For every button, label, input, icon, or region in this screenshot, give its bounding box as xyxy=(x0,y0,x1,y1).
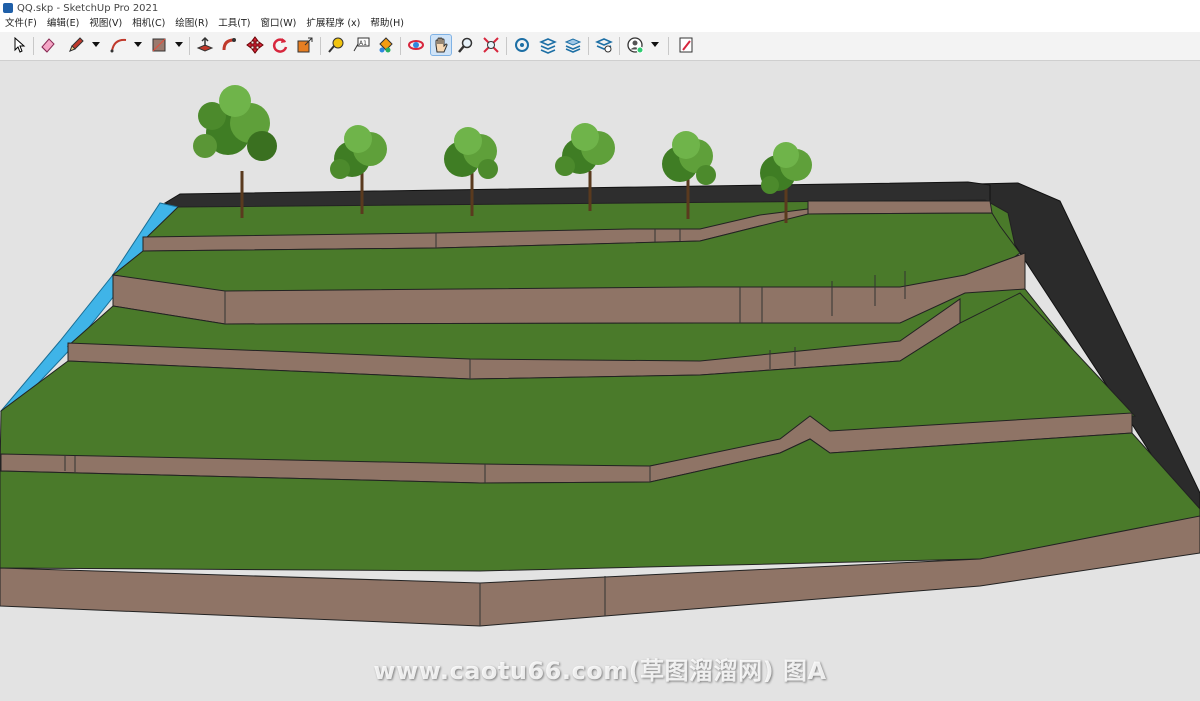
retaining-wall-1-back xyxy=(807,200,993,215)
title-bar: QQ.skp - SketchUp Pro 2021 xyxy=(0,0,1200,16)
select-icon xyxy=(14,37,26,53)
zoom-tool-button[interactable] xyxy=(456,35,476,55)
push-pull-icon xyxy=(196,36,214,52)
zoom-icon xyxy=(458,37,473,53)
model-viewport[interactable]: www.caotu66.com(草图溜溜网) 图A xyxy=(0,61,1200,701)
menu-camera[interactable]: 相机(C) xyxy=(127,16,170,32)
menu-extensions[interactable]: 扩展程序 (x) xyxy=(301,16,365,32)
menu-tools[interactable]: 工具(T) xyxy=(213,16,255,32)
rectangle-tool-button[interactable] xyxy=(149,35,169,55)
toolbar-separator xyxy=(33,37,34,55)
3d-warehouse-icon xyxy=(515,38,529,52)
toolbar-separator xyxy=(400,37,401,55)
rotate-icon xyxy=(272,38,288,53)
arc-dropdown-chevron-icon[interactable] xyxy=(134,42,142,47)
paint-bucket-tool-button[interactable] xyxy=(375,35,395,55)
toolbar-separator xyxy=(320,37,321,55)
account-button[interactable] xyxy=(625,35,645,55)
eraser-icon xyxy=(41,38,55,53)
sketchup-app-icon xyxy=(3,3,13,13)
tape-measure-icon xyxy=(328,37,344,53)
arc-icon xyxy=(110,38,127,53)
pan-icon xyxy=(435,37,448,53)
toolbar-separator xyxy=(619,37,620,55)
toolbar-separator xyxy=(506,37,507,55)
terraced-landscape-model xyxy=(0,61,1200,701)
toolbar-separator xyxy=(189,37,190,55)
orbit-tool-button[interactable] xyxy=(406,35,426,55)
layout-icon xyxy=(564,38,582,53)
scale-tool-button[interactable] xyxy=(295,35,315,55)
text-icon: A1 xyxy=(353,37,370,52)
orbit-icon xyxy=(408,40,424,50)
extension-warehouse-icon xyxy=(539,38,557,54)
rectangle-icon xyxy=(152,38,166,52)
follow-me-icon xyxy=(222,38,236,51)
account-icon xyxy=(627,37,644,54)
account-dropdown-chevron-icon[interactable] xyxy=(651,42,659,47)
toolbar-separator xyxy=(588,37,589,55)
menu-edit[interactable]: 编辑(E) xyxy=(42,16,84,32)
watermark-text: www.caotu66.com(草图溜溜网) 图A xyxy=(373,657,827,685)
model-info-button[interactable] xyxy=(676,35,696,55)
text-tool-button[interactable]: A1 xyxy=(351,35,371,55)
tape-measure-tool-button[interactable] xyxy=(326,35,346,55)
zoom-extents-icon xyxy=(483,37,499,53)
3d-warehouse-button[interactable] xyxy=(512,35,532,55)
menu-file[interactable]: 文件(F) xyxy=(0,16,42,32)
select-tool-button[interactable] xyxy=(9,35,29,55)
zoom-extents-tool-button[interactable] xyxy=(481,35,501,55)
model-info-icon xyxy=(679,37,693,53)
arc-tool-button[interactable] xyxy=(109,35,129,55)
svg-text:A1: A1 xyxy=(359,40,367,47)
pencil-tool-button[interactable] xyxy=(66,35,86,55)
pencil-dropdown-chevron-icon[interactable] xyxy=(92,42,100,47)
menu-help[interactable]: 帮助(H) xyxy=(365,16,409,32)
scale-icon xyxy=(297,37,313,53)
main-toolbar: A1 xyxy=(0,32,1200,61)
pan-tool-button[interactable] xyxy=(430,34,452,56)
rectangle-dropdown-chevron-icon[interactable] xyxy=(175,42,183,47)
menu-window[interactable]: 窗口(W) xyxy=(256,16,302,32)
menu-draw[interactable]: 绘图(R) xyxy=(170,16,213,32)
move-icon xyxy=(246,36,264,54)
extension-warehouse-button[interactable] xyxy=(538,35,558,55)
paint-bucket-icon xyxy=(379,37,393,53)
rotate-tool-button[interactable] xyxy=(270,35,290,55)
extension-manager-icon xyxy=(595,38,613,53)
toolbar-separator xyxy=(668,37,669,55)
pencil-icon xyxy=(69,37,84,52)
move-tool-button[interactable] xyxy=(245,35,265,55)
push-pull-tool-button[interactable] xyxy=(195,35,215,55)
eraser-tool-button[interactable] xyxy=(38,35,58,55)
window-title: QQ.skp - SketchUp Pro 2021 xyxy=(17,2,159,14)
follow-me-tool-button[interactable] xyxy=(220,35,240,55)
extension-manager-button[interactable] xyxy=(594,35,614,55)
layout-button[interactable] xyxy=(563,35,583,55)
menu-bar: 文件(F) 编辑(E) 视图(V) 相机(C) 绘图(R) 工具(T) 窗口(W… xyxy=(0,16,1200,32)
menu-view[interactable]: 视图(V) xyxy=(84,16,127,32)
